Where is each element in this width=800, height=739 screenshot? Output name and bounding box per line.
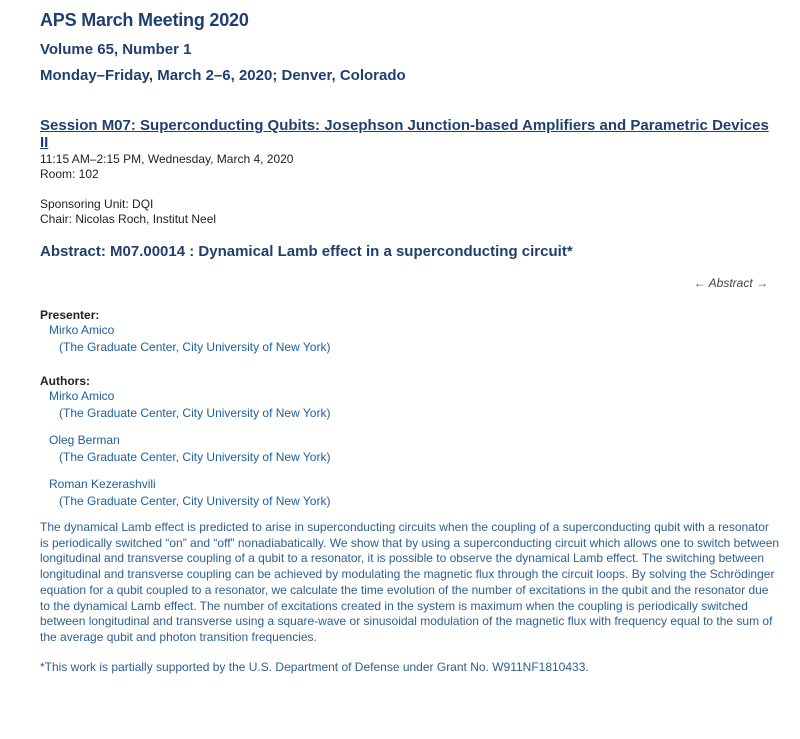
author-name-link[interactable]: Mirko Amico (40, 388, 780, 405)
author-name-link[interactable]: Oleg Berman (40, 432, 780, 449)
sponsoring-unit: Sponsoring Unit: DQI (40, 197, 154, 211)
session-time: 11:15 AM–2:15 PM, Wednesday, March 4, 20… (40, 152, 294, 166)
session-chair: Chair: Nicolas Roch, Institut Neel (40, 212, 217, 226)
author-item: Roman Kezerashvili (The Graduate Center,… (40, 476, 780, 510)
authors-label: Authors: (40, 374, 90, 388)
session-title-link[interactable]: Session M07: Superconducting Qubits: Jos… (40, 117, 780, 151)
author-name-link[interactable]: Roman Kezerashvili (40, 476, 780, 493)
abstract-page: APS March Meeting 2020 Volume 65, Number… (40, 10, 780, 674)
next-arrow-icon[interactable]: → (756, 276, 768, 290)
abstract-nav: ← Abstract → (40, 276, 780, 290)
abstract-heading: Abstract: M07.00014 : Dynamical Lamb eff… (40, 243, 573, 260)
author-item: Oleg Berman (The Graduate Center, City U… (40, 432, 780, 466)
author-affiliation: (The Graduate Center, City University of… (59, 406, 331, 420)
presenter: Mirko Amico (The Graduate Center, City U… (40, 322, 780, 356)
previous-arrow-icon[interactable]: ← (694, 276, 706, 290)
author-affiliation: (The Graduate Center, City University of… (59, 494, 331, 508)
funding-footnote: *This work is partially supported by the… (40, 659, 589, 674)
meeting-dates: Monday–Friday, March 2–6, 2020; Denver, … (40, 67, 406, 84)
abstract-body: The dynamical Lamb effect is predicted t… (40, 520, 780, 644)
meeting-volume: Volume 65, Number 1 (40, 41, 192, 58)
presenter-name-link[interactable]: Mirko Amico (40, 322, 780, 339)
presenter-label: Presenter: (40, 308, 100, 322)
meeting-title: APS March Meeting 2020 (40, 10, 249, 30)
abstract-nav-label: Abstract (708, 276, 753, 290)
presenter-affiliation: (The Graduate Center, City University of… (59, 340, 331, 354)
author-affiliation: (The Graduate Center, City University of… (59, 450, 331, 464)
session-room: Room: 102 (40, 167, 99, 181)
author-item: Mirko Amico (The Graduate Center, City U… (40, 388, 780, 422)
